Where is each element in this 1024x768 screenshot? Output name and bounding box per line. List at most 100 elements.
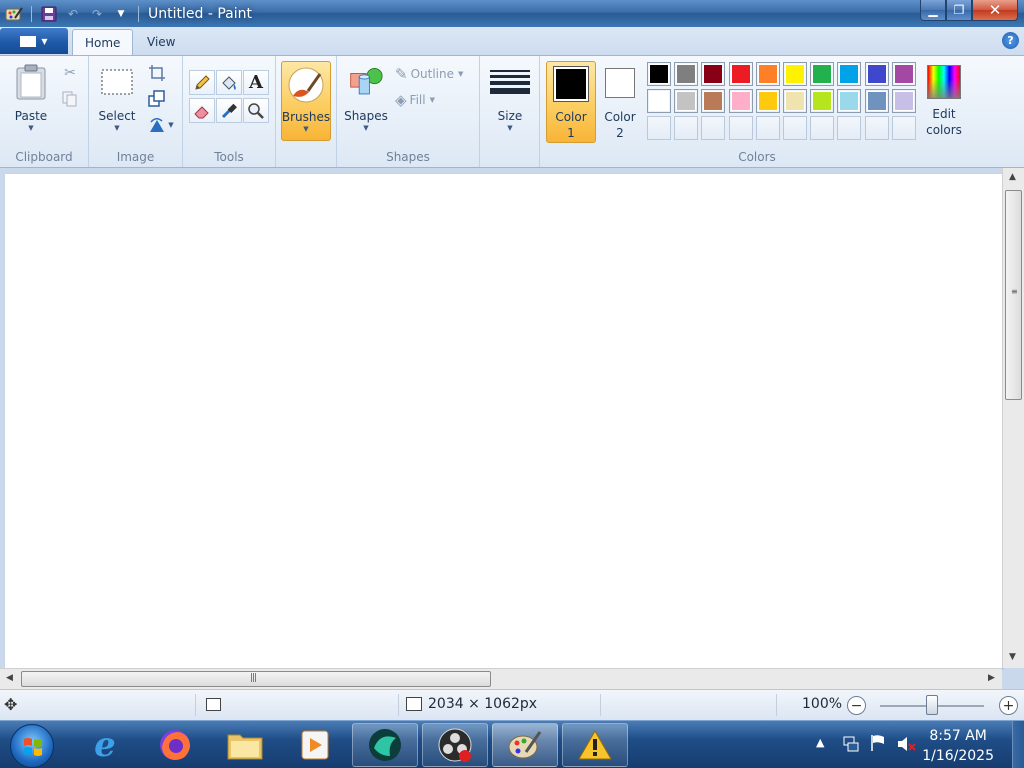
shapes-button[interactable]: Shapes ▼: [343, 64, 389, 132]
palette-swatch[interactable]: [783, 62, 807, 86]
horizontal-scrollbar[interactable]: ◀ ||| ▶: [0, 668, 1002, 689]
taskbar-obs[interactable]: [422, 723, 488, 767]
brushes-button[interactable]: Brushes ▼: [281, 61, 331, 141]
zoom-slider-thumb[interactable]: [926, 695, 938, 715]
volume-muted-icon[interactable]: [896, 735, 916, 756]
paint-app-icon[interactable]: [4, 5, 24, 23]
zoom-out-button[interactable]: −: [847, 696, 866, 715]
save-icon[interactable]: [39, 5, 59, 23]
minimize-button[interactable]: ▁: [920, 0, 946, 21]
paint-menu-button[interactable]: ▼: [0, 28, 68, 54]
vertical-scrollbar[interactable]: ▲ ≡ ▼: [1002, 168, 1024, 668]
palette-custom-slot[interactable]: [701, 116, 726, 140]
palette-swatch[interactable]: [864, 89, 889, 113]
outline-button[interactable]: ✎ Outline ▼: [395, 65, 463, 83]
vertical-scroll-thumb[interactable]: ≡: [1005, 190, 1022, 400]
palette-custom-slot[interactable]: [864, 116, 889, 140]
paint-taskbar-icon: [508, 731, 542, 759]
palette-swatch[interactable]: [783, 89, 807, 113]
paste-button[interactable]: Paste ▼: [8, 64, 54, 132]
zoom-in-button[interactable]: +: [999, 696, 1018, 715]
taskbar-media-player[interactable]: [282, 723, 348, 767]
color-picker-tool[interactable]: [216, 98, 242, 123]
select-label: Select: [98, 109, 136, 123]
magnifier-tool[interactable]: [243, 98, 269, 123]
network-icon[interactable]: [842, 735, 860, 756]
select-button[interactable]: Select ▼: [95, 64, 139, 132]
paint-menu-icon: [20, 35, 37, 47]
palette-custom-slot[interactable]: [755, 116, 780, 140]
tab-view[interactable]: View: [135, 29, 187, 55]
palette-swatch[interactable]: [810, 89, 835, 113]
palette-custom-slot[interactable]: [783, 116, 807, 140]
palette-custom-slot[interactable]: [728, 116, 753, 140]
taskbar-file-explorer[interactable]: [212, 723, 278, 767]
palette-custom-slot[interactable]: [891, 116, 916, 140]
cut-icon[interactable]: ✂: [58, 62, 82, 84]
taskbar-paint[interactable]: [492, 723, 558, 767]
close-button[interactable]: ✕: [972, 0, 1018, 21]
palette-custom-slot[interactable]: [674, 116, 699, 140]
copy-icon[interactable]: [58, 88, 82, 110]
pencil-tool[interactable]: [189, 70, 215, 95]
color2-number: 2: [616, 126, 624, 140]
palette-swatch[interactable]: [701, 89, 726, 113]
palette-custom-slot[interactable]: [647, 116, 671, 140]
taskbar-clock[interactable]: 8:57 AM 1/16/2025: [922, 726, 994, 766]
palette-swatch[interactable]: [755, 89, 780, 113]
scroll-left-icon[interactable]: ◀: [6, 673, 13, 683]
action-center-flag-icon[interactable]: [870, 734, 886, 755]
show-desktop-button[interactable]: [1012, 721, 1024, 768]
palette-swatch[interactable]: [864, 62, 889, 86]
color1-button[interactable]: Color 1: [546, 61, 596, 143]
resize-icon[interactable]: [145, 88, 169, 110]
scroll-down-icon[interactable]: ▼: [1009, 652, 1016, 662]
palette-swatch-fill: [730, 91, 751, 111]
palette-custom-slot[interactable]: [837, 116, 862, 140]
text-tool[interactable]: A: [243, 70, 269, 95]
palette-swatch[interactable]: [674, 62, 699, 86]
palette-swatch-fill: [730, 64, 751, 84]
size-button[interactable]: Size ▼: [488, 64, 532, 132]
eraser-tool[interactable]: [189, 98, 215, 123]
color2-button[interactable]: Color 2: [598, 65, 642, 141]
tab-home[interactable]: Home: [72, 29, 134, 55]
taskbar-app-teal[interactable]: [352, 723, 418, 767]
taskbar-internet-explorer[interactable]: e: [72, 723, 138, 767]
scroll-up-icon[interactable]: ▲: [1009, 172, 1016, 182]
palette-swatch[interactable]: [728, 89, 753, 113]
palette-swatch[interactable]: [810, 62, 835, 86]
maximize-button[interactable]: ❐: [946, 0, 972, 21]
palette-swatch[interactable]: [701, 62, 726, 86]
taskbar-firefox[interactable]: [142, 723, 208, 767]
palette-custom-slot[interactable]: [810, 116, 835, 140]
shapes-group: Shapes ▼ ✎ Outline ▼ ◈ Fill ▼ Shapes: [337, 56, 480, 167]
window-controls: ▁ ❐ ✕: [920, 0, 1018, 21]
palette-swatch[interactable]: [755, 62, 780, 86]
palette-swatch[interactable]: [891, 62, 916, 86]
undo-icon[interactable]: ↶: [63, 5, 83, 23]
palette-swatch[interactable]: [837, 89, 862, 113]
scroll-right-icon[interactable]: ▶: [988, 673, 995, 683]
horizontal-scroll-thumb[interactable]: |||: [21, 671, 491, 687]
redo-icon[interactable]: ↷: [87, 5, 107, 23]
help-button[interactable]: ?: [1002, 32, 1019, 49]
palette-swatch[interactable]: [647, 62, 671, 86]
fill-bucket-tool[interactable]: [216, 70, 242, 95]
edit-colors-button[interactable]: Edit colors: [922, 64, 966, 138]
start-button[interactable]: [10, 724, 54, 768]
palette-swatch[interactable]: [837, 62, 862, 86]
taskbar-warning-app[interactable]: [562, 723, 628, 767]
customize-qa-dropdown-icon[interactable]: ▼: [111, 5, 131, 23]
crop-icon[interactable]: [145, 62, 169, 84]
palette-swatch[interactable]: [647, 89, 671, 113]
palette-swatch[interactable]: [674, 89, 699, 113]
fill-button[interactable]: ◈ Fill ▼: [395, 91, 435, 109]
clipboard-group-label: Clipboard: [15, 150, 73, 164]
show-hidden-icons-icon[interactable]: ▲: [816, 736, 824, 749]
palette-swatch[interactable]: [891, 89, 916, 113]
drawing-canvas[interactable]: [5, 174, 1002, 668]
edit-colors-icon: [927, 64, 961, 100]
palette-swatch[interactable]: [728, 62, 753, 86]
rotate-icon[interactable]: ▼: [145, 114, 177, 136]
